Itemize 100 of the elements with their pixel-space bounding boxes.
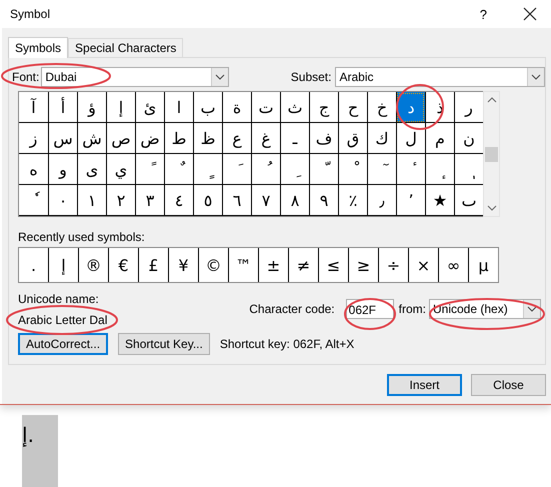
symbol-cell[interactable]: إ: [106, 92, 135, 123]
symbol-cell[interactable]: ِ: [280, 154, 309, 185]
symbol-cell[interactable]: ≤: [319, 248, 349, 282]
symbol-cell[interactable]: €: [109, 248, 139, 282]
dialog-button[interactable]: Insert: [387, 374, 462, 396]
symbol-cell[interactable]: ى: [77, 154, 106, 185]
symbol-cell[interactable]: ص: [106, 123, 135, 154]
symbol-cell[interactable]: ٔ: [396, 154, 425, 185]
scroll-thumb[interactable]: [485, 146, 498, 162]
symbol-cell[interactable]: ١: [77, 185, 106, 216]
symbol-cell[interactable]: َ: [222, 154, 251, 185]
symbol-cell[interactable]: ح: [338, 92, 367, 123]
symbol-cell[interactable]: ق: [338, 123, 367, 154]
section-label: Recently used symbols:: [18, 230, 146, 244]
symbol-cell[interactable]: ≥: [349, 248, 379, 282]
symbol-cell[interactable]: ٢: [106, 185, 135, 216]
tab[interactable]: Symbols: [8, 37, 68, 58]
symbol-cell[interactable]: ط: [164, 123, 193, 154]
highlight-ellipse: [344, 298, 396, 330]
help-button[interactable]: ?: [480, 6, 487, 22]
symbol-cell[interactable]: ُ: [251, 154, 280, 185]
from-dropdown[interactable]: Unicode (hex): [429, 299, 541, 319]
symbol-cell[interactable]: ئ: [135, 92, 164, 123]
symbol-cell[interactable]: ∞: [439, 248, 469, 282]
symbol-cell[interactable]: ±: [259, 248, 289, 282]
symbol-cell[interactable]: ٗ: [19, 185, 48, 216]
symbol-cell[interactable]: ٫: [367, 185, 396, 216]
symbol-cell[interactable]: ع: [222, 123, 251, 154]
symbol-cell[interactable]: ا: [164, 92, 193, 123]
symbol-cell[interactable]: µ: [469, 248, 498, 282]
unicode-name: Arabic Letter Dal: [18, 313, 108, 327]
symbol-cell[interactable]: ¥: [169, 248, 199, 282]
chevron-down-icon[interactable]: [486, 204, 496, 212]
symbol-cell[interactable]: س: [48, 123, 77, 154]
symbol-cell[interactable]: ٩: [309, 185, 338, 216]
symbol-cell[interactable]: أ: [48, 92, 77, 123]
symbol-cell[interactable]: £: [139, 248, 169, 282]
symbol-cell[interactable]: ٥: [193, 185, 222, 216]
symbol-cell[interactable]: آ: [19, 92, 48, 123]
symbol-cell[interactable]: ٠: [48, 185, 77, 216]
symbol-cell[interactable]: ★: [425, 185, 454, 216]
symbol-cell[interactable]: ي: [106, 154, 135, 185]
symbol-cell[interactable]: ث: [280, 92, 309, 123]
symbol-cell[interactable]: ≠: [289, 248, 319, 282]
symbol-cell[interactable]: إ: [49, 248, 79, 282]
symbol-cell[interactable]: م: [425, 123, 454, 154]
symbol-cell[interactable]: ً: [135, 154, 164, 185]
field-label: Font:: [12, 70, 40, 84]
symbol-cell[interactable]: ل: [396, 123, 425, 154]
symbol-cell[interactable]: ض: [135, 123, 164, 154]
symbol-cell[interactable]: ز: [19, 123, 48, 154]
symbol-cell[interactable]: ب: [193, 92, 222, 123]
symbol-cell[interactable]: ة: [222, 92, 251, 123]
chevron-up-icon[interactable]: [486, 96, 496, 104]
symbol-cell[interactable]: .: [19, 248, 49, 282]
window-title: Symbol: [10, 7, 52, 21]
symbol-cell[interactable]: ه: [19, 154, 48, 185]
symbol-cell[interactable]: ©: [199, 248, 229, 282]
symbol-cell[interactable]: خ: [367, 92, 396, 123]
symbol-cell[interactable]: ×: [409, 248, 439, 282]
symbol-cell[interactable]: ®: [79, 248, 109, 282]
symbol-cell[interactable]: ٍ: [193, 154, 222, 185]
symbol-cell[interactable]: ف: [309, 123, 338, 154]
symbol-cell[interactable]: و: [48, 154, 77, 185]
symbol-cell[interactable]: د: [396, 92, 425, 123]
symbol-cell[interactable]: ٦: [222, 185, 251, 216]
field-label: Unicode name:: [18, 292, 100, 306]
tab[interactable]: Special Characters: [68, 38, 184, 57]
field-label: Subset:: [290, 70, 332, 84]
symbol-cell[interactable]: ٣: [135, 185, 164, 216]
symbol-cell[interactable]: غ: [251, 123, 280, 154]
symbol-cell[interactable]: ؤ: [77, 92, 106, 123]
symbol-cell[interactable]: ٤: [164, 185, 193, 216]
symbol-cell[interactable]: ÷: [379, 248, 409, 282]
symbol-cell[interactable]: ٨: [280, 185, 309, 216]
symbol-cell[interactable]: ك: [367, 123, 396, 154]
symbol-cell[interactable]: ت: [251, 92, 280, 123]
dialog-button[interactable]: Close: [471, 374, 546, 396]
symbol-cell[interactable]: ٬: [396, 185, 425, 216]
symbol-cell[interactable]: ش: [77, 123, 106, 154]
font-dropdown[interactable]: Dubai: [41, 67, 229, 87]
symbol-cell[interactable]: ™: [229, 248, 259, 282]
symbol-cell[interactable]: ٪: [338, 185, 367, 216]
symbol-cell[interactable]: ـ: [280, 123, 309, 154]
symbol-cell[interactable]: ْ: [338, 154, 367, 185]
highlight-ellipse: [396, 84, 444, 130]
shortcut-text: Shortcut key: 062F, Alt+X: [220, 337, 354, 351]
field-label: Character code:: [249, 302, 335, 316]
scrollbar[interactable]: [483, 91, 500, 217]
symbol-cell[interactable]: ٌ: [164, 154, 193, 185]
symbol-cell[interactable]: ٓ: [367, 154, 396, 185]
action-button[interactable]: Shortcut Key...: [118, 333, 210, 355]
close-icon[interactable]: [523, 7, 537, 21]
symbol-cell[interactable]: ّ: [309, 154, 338, 185]
symbol-cell[interactable]: ظ: [193, 123, 222, 154]
subset-dropdown[interactable]: Arabic: [335, 67, 545, 87]
symbol-cell[interactable]: ٧: [251, 185, 280, 216]
symbol-cell[interactable]: ٕ: [425, 154, 454, 185]
symbol-cell[interactable]: ج: [309, 92, 338, 123]
action-button[interactable]: AutoCorrect...: [18, 333, 108, 355]
